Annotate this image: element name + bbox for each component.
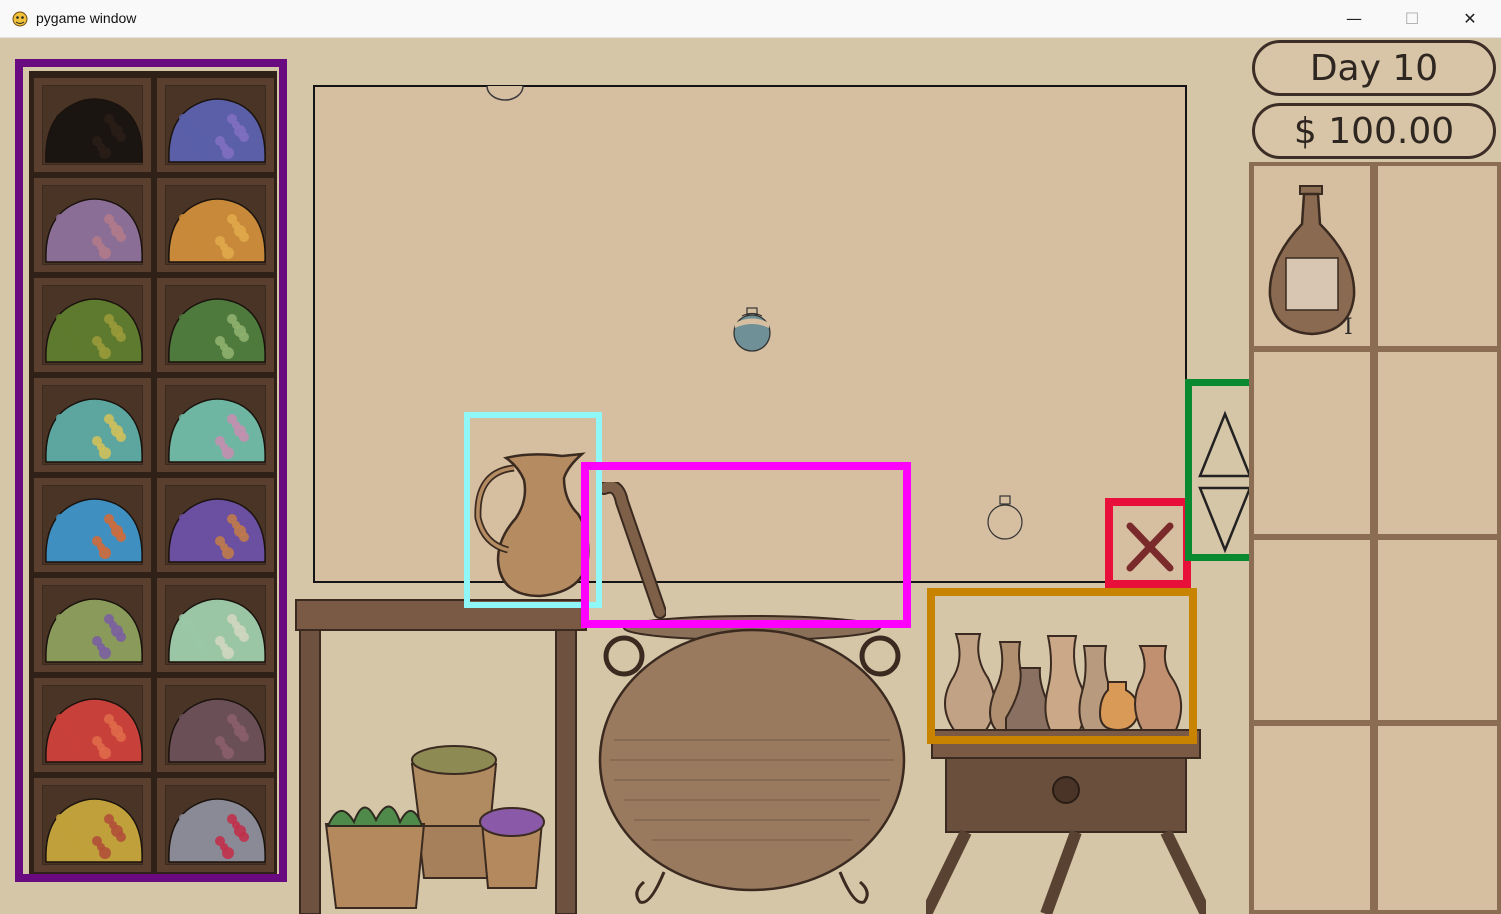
window-titlebar: pygame window — ☐ ✕: [0, 0, 1501, 38]
cauldron[interactable]: [594, 610, 910, 914]
inventory-slot[interactable]: [1250, 722, 1374, 914]
ingredient-shelf-highlight: [15, 59, 287, 882]
maximize-button[interactable]: ☐: [1383, 0, 1441, 37]
pygame-icon: [12, 11, 28, 27]
cancel-highlight: [1105, 498, 1191, 588]
vase-highlight: [927, 588, 1197, 744]
herb-baskets: [324, 745, 545, 909]
day-counter: Day 10: [1252, 40, 1496, 96]
hook-icon: [486, 85, 524, 101]
inventory-slot[interactable]: [1374, 536, 1501, 724]
inventory-slot[interactable]: [1374, 722, 1501, 914]
cauldron-drop-zone-highlight: [581, 462, 911, 628]
blue-potion-flask-icon[interactable]: [730, 306, 774, 354]
inventory-slot[interactable]: [1374, 348, 1501, 538]
close-window-button[interactable]: ✕: [1441, 0, 1499, 37]
vase-table: [926, 729, 1206, 914]
inventory-slot[interactable]: [1374, 162, 1501, 350]
inventory-slot[interactable]: [1250, 536, 1374, 724]
money-counter: $ 100.00: [1252, 103, 1496, 159]
empty-flask-icon[interactable]: [983, 494, 1027, 542]
inventory-slot[interactable]: [1250, 348, 1374, 538]
minimize-button[interactable]: —: [1325, 0, 1383, 37]
potion-tier-label: I: [1344, 315, 1353, 340]
window-title: pygame window: [36, 10, 137, 26]
